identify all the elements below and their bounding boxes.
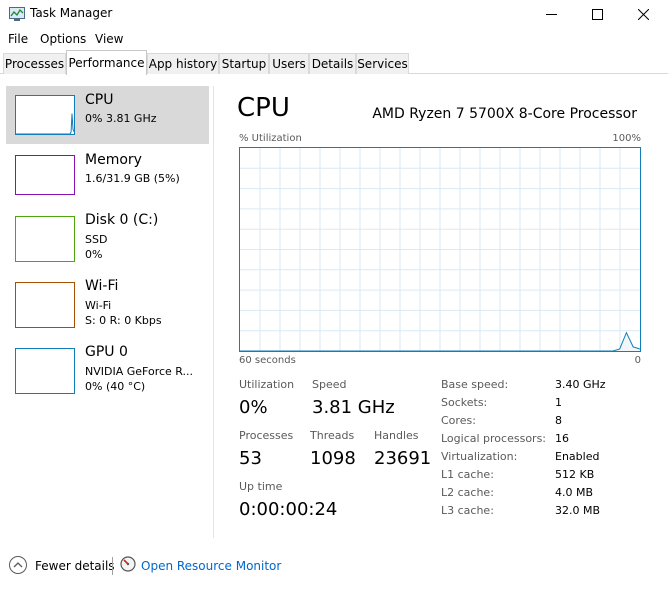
gpu-thumbnail: [15, 348, 75, 394]
processor-name: AMD Ryzen 7 5700X 8-Core Processor: [372, 106, 637, 122]
sidebar-item-title: Memory: [85, 152, 142, 168]
tab-bar: Processes Performance App history Startu…: [0, 50, 668, 75]
tab-users[interactable]: Users: [269, 53, 309, 74]
sidebar-item-cpu[interactable]: CPU 0% 3.81 GHz: [6, 86, 209, 144]
sidebar-item-title: Wi-Fi: [85, 278, 119, 294]
thumbnail-sparkline: [16, 113, 75, 135]
base-speed-value: 3.40 GHz: [555, 378, 606, 391]
sidebar-item-detail: 0% 3.81 GHz: [85, 112, 157, 125]
processes-label: Processes: [239, 429, 294, 442]
sidebar-item-detail-2: 0%: [85, 248, 103, 261]
uptime-value: 0:00:00:24: [239, 499, 338, 520]
sidebar-item-detail: 1.6/31.9 GB (5%): [85, 172, 180, 185]
graph-canvas: [240, 148, 641, 352]
sidebar-item-title: Disk 0 (C:): [85, 212, 159, 228]
fewer-details-button[interactable]: [9, 556, 27, 574]
threads-label: Threads: [310, 429, 355, 442]
l1-cache-value: 512 KB: [555, 468, 595, 481]
disk-thumbnail: [15, 216, 75, 262]
close-button[interactable]: [620, 0, 666, 28]
cores-value: 8: [555, 414, 562, 427]
minimize-button[interactable]: [528, 0, 574, 28]
sidebar-item-title: GPU 0: [85, 344, 128, 360]
tab-performance[interactable]: Performance: [66, 50, 147, 75]
uptime-label: Up time: [239, 480, 283, 493]
processes-value: 53: [239, 448, 262, 469]
graph-time-label: 60 seconds: [239, 355, 296, 366]
pane-divider: [213, 86, 214, 538]
title-bar: Task Manager: [0, 0, 668, 28]
l2-cache-value: 4.0 MB: [555, 486, 594, 499]
sidebar-item-detail: Wi-Fi: [85, 299, 112, 312]
l1-cache-label: L1 cache:: [441, 468, 494, 481]
tab-services[interactable]: Services: [356, 53, 409, 74]
graph-label: % Utilization: [239, 133, 302, 144]
utilization-value: 0%: [239, 397, 268, 418]
wifi-thumbnail: [15, 282, 75, 328]
footer-divider: [112, 557, 113, 575]
virtualization-label: Virtualization:: [441, 450, 518, 463]
maximize-icon: [591, 8, 603, 20]
minimize-icon: [545, 13, 557, 15]
virtualization-value: Enabled: [555, 450, 600, 463]
sidebar-item-wifi[interactable]: Wi-Fi Wi-Fi S: 0 R: 0 Kbps: [6, 272, 209, 330]
sidebar-item-detail-2: 0% (40 °C): [85, 380, 146, 393]
sidebar-item-memory[interactable]: Memory 1.6/31.9 GB (5%): [6, 146, 209, 204]
chevron-up-icon: [13, 562, 23, 568]
sidebar-item-detail: SSD: [85, 233, 108, 246]
tab-processes[interactable]: Processes: [3, 53, 66, 74]
threads-value: 1098: [310, 448, 356, 469]
menu-view[interactable]: View: [95, 32, 123, 46]
logical-processors-value: 16: [555, 432, 569, 445]
speed-label: Speed: [312, 378, 347, 391]
tab-details[interactable]: Details: [309, 53, 356, 74]
graph-min-label: 0: [634, 355, 641, 366]
sidebar-item-title: CPU: [85, 92, 114, 108]
sidebar-item-gpu[interactable]: GPU 0 NVIDIA GeForce R... 0% (40 °C): [6, 338, 209, 396]
close-icon: [637, 8, 649, 20]
menu-file[interactable]: File: [8, 32, 28, 46]
resource-monitor-icon: [120, 556, 136, 572]
cpu-thumbnail: [15, 95, 75, 135]
sidebar-item-detail: NVIDIA GeForce R...: [85, 365, 194, 378]
l3-cache-label: L3 cache:: [441, 504, 494, 517]
sidebar-item-detail-2: S: 0 R: 0 Kbps: [85, 314, 162, 327]
utilization-label: Utilization: [239, 378, 295, 391]
open-resource-monitor-link[interactable]: Open Resource Monitor: [141, 559, 281, 573]
menu-bar: File Options View: [0, 28, 668, 50]
sockets-value: 1: [555, 396, 562, 409]
handles-label: Handles: [374, 429, 419, 442]
l3-cache-value: 32.0 MB: [555, 504, 601, 517]
fewer-details-link[interactable]: Fewer details: [35, 559, 115, 573]
speed-value: 3.81 GHz: [312, 397, 395, 418]
graph-max-label: 100%: [612, 133, 641, 144]
page-title: CPU: [237, 93, 290, 123]
handles-value: 23691: [374, 448, 432, 469]
task-manager-icon: [9, 7, 25, 21]
sidebar-item-disk[interactable]: Disk 0 (C:) SSD 0%: [6, 206, 209, 264]
maximize-button[interactable]: [574, 0, 620, 28]
tab-startup[interactable]: Startup: [219, 53, 269, 74]
menu-options[interactable]: Options: [40, 32, 86, 46]
footer-bar: Fewer details Open Resource Monitor: [0, 540, 668, 591]
tab-app-history[interactable]: App history: [147, 53, 219, 74]
window-title: Task Manager: [30, 6, 113, 20]
cpu-utilization-graph: [239, 147, 641, 352]
logical-processors-label: Logical processors:: [441, 432, 547, 445]
cores-label: Cores:: [441, 414, 476, 427]
l2-cache-label: L2 cache:: [441, 486, 494, 499]
memory-thumbnail: [15, 155, 75, 195]
sockets-label: Sockets:: [441, 396, 488, 409]
resource-sidebar: CPU 0% 3.81 GHz Memory 1.6/31.9 GB (5%) …: [0, 74, 212, 540]
base-speed-label: Base speed:: [441, 378, 509, 391]
